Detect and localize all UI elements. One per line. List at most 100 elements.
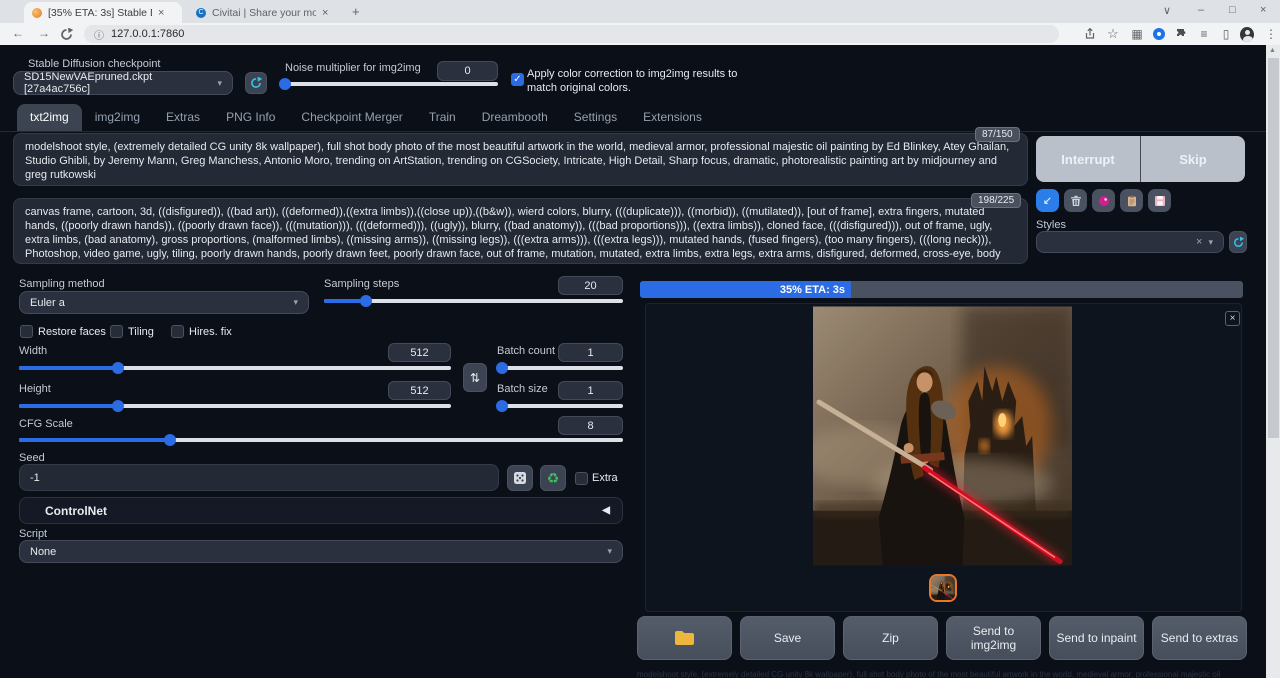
cfg-scale-value[interactable]: 8 <box>558 416 623 435</box>
side-panel-icon[interactable]: ▯ <box>1219 27 1233 41</box>
prompt-token-counter: 87/150 <box>975 127 1020 142</box>
styles-dropdown[interactable]: × ▾ <box>1036 231 1224 253</box>
cfg-scale-slider[interactable] <box>19 438 623 442</box>
paste-generation-params-button[interactable]: ↙ <box>1036 189 1059 212</box>
chevron-down-icon: ▾ <box>293 297 298 308</box>
tab-settings[interactable]: Settings <box>561 104 630 131</box>
browser-menu-kebab-icon[interactable]: ⋮ <box>1264 27 1278 41</box>
sampling-steps-label: Sampling steps <box>324 278 399 290</box>
window-chevron-icon[interactable]: ∨ <box>1163 4 1171 17</box>
open-folder-button[interactable] <box>637 616 732 660</box>
controlnet-accordion[interactable]: ControlNet ◀ <box>19 497 623 524</box>
swap-arrows-icon: ⇅ <box>470 371 480 385</box>
seed-input[interactable]: -1 <box>19 464 499 491</box>
sampling-steps-value[interactable]: 20 <box>558 276 623 295</box>
blue-circle-extension-icon[interactable] <box>1152 27 1166 41</box>
stable-diffusion-favicon <box>32 8 42 18</box>
swap-width-height-button[interactable]: ⇅ <box>463 363 487 392</box>
batch-size-slider[interactable] <box>497 404 623 408</box>
bookmark-star-icon[interactable]: ☆ <box>1106 27 1120 41</box>
generated-image[interactable] <box>813 306 1072 566</box>
extension-grid-icon[interactable]: ▦ <box>1130 27 1144 41</box>
gallery-thumbnail[interactable] <box>929 574 957 602</box>
scrollbar-thumb[interactable] <box>1268 58 1279 438</box>
new-tab-button[interactable]: + <box>352 4 360 19</box>
negative-prompt-textarea[interactable]: canvas frame, cartoon, 3d, ((disfigured)… <box>13 198 1028 264</box>
tab-train[interactable]: Train <box>416 104 469 131</box>
color-correction-label: Apply color correction to img2img result… <box>527 67 769 95</box>
height-slider[interactable] <box>19 404 451 408</box>
sampling-method-dropdown[interactable]: Euler a ▾ <box>19 291 309 314</box>
batch-count-slider[interactable] <box>497 366 623 370</box>
noise-multiplier-value[interactable]: 0 <box>437 61 498 81</box>
extra-seed-checkbox[interactable] <box>575 472 588 485</box>
checkpoint-dropdown[interactable]: SD15NewVAEpruned.ckpt [27a4ac756c] ▾ <box>13 71 233 95</box>
random-seed-button[interactable] <box>507 465 533 491</box>
tab-extras[interactable]: Extras <box>153 104 213 131</box>
save-button[interactable]: Save <box>740 616 835 660</box>
styles-label: Styles <box>1036 219 1066 231</box>
width-value[interactable]: 512 <box>388 343 451 362</box>
script-dropdown[interactable]: None ▾ <box>19 540 623 563</box>
apply-styles-button[interactable] <box>1120 189 1143 212</box>
reuse-seed-button[interactable]: ♻ <box>540 465 566 491</box>
close-gallery-icon[interactable]: × <box>1225 311 1240 326</box>
tab-dreambooth[interactable]: Dreambooth <box>469 104 561 131</box>
negative-prompt-token-counter: 198/225 <box>971 193 1021 208</box>
floppy-disk-icon <box>1154 195 1166 207</box>
clear-styles-icon[interactable]: × <box>1196 236 1202 248</box>
window-maximize-icon[interactable]: □ <box>1229 4 1236 16</box>
width-slider[interactable] <box>19 366 451 370</box>
window-minimize-icon[interactable]: – <box>1198 4 1204 16</box>
noise-multiplier-slider[interactable] <box>281 82 498 86</box>
send-to-inpaint-button[interactable]: Send to inpaint <box>1049 616 1144 660</box>
skip-button[interactable]: Skip <box>1140 136 1245 182</box>
save-style-button[interactable] <box>1148 189 1171 212</box>
url-text: 127.0.0.1:7860 <box>111 28 184 40</box>
clear-prompt-button[interactable] <box>1064 189 1087 212</box>
browser-tab-civitai[interactable]: C Civitai | Share your models × <box>188 2 338 23</box>
browser-tab-sd[interactable]: [35% ETA: 3s] Stable Diffusion × <box>24 2 182 23</box>
extensions-puzzle-icon[interactable] <box>1175 27 1189 41</box>
tab-checkpoint-merger[interactable]: Checkpoint Merger <box>288 104 415 131</box>
site-info-icon[interactable]: ⓘ <box>94 27 104 42</box>
share-icon[interactable] <box>1083 27 1097 41</box>
script-label: Script <box>19 528 47 540</box>
back-icon[interactable]: ← <box>12 26 24 40</box>
send-to-extras-button[interactable]: Send to extras <box>1152 616 1247 660</box>
tab-extensions[interactable]: Extensions <box>630 104 715 131</box>
address-bar[interactable]: ⓘ 127.0.0.1:7860 <box>84 25 1059 43</box>
page-scrollbar[interactable]: ▲ <box>1266 45 1280 678</box>
height-label: Height <box>19 383 51 395</box>
styles-refresh-button[interactable] <box>1229 231 1247 253</box>
height-value[interactable]: 512 <box>388 381 451 400</box>
tab-close-icon[interactable]: × <box>322 7 328 19</box>
hires-fix-checkbox[interactable] <box>171 325 184 338</box>
checkpoint-refresh-button[interactable] <box>245 72 267 94</box>
forward-icon[interactable]: → <box>38 26 50 40</box>
script-value: None <box>30 546 56 558</box>
sampling-steps-slider[interactable] <box>324 299 623 303</box>
scrollbar-up-arrow[interactable]: ▲ <box>1269 47 1276 54</box>
prompt-textarea[interactable]: modelshoot style, (extremely detailed CG… <box>13 133 1028 186</box>
tiling-checkbox[interactable] <box>110 325 123 338</box>
zip-button[interactable]: Zip <box>843 616 938 660</box>
tab-close-icon[interactable]: × <box>158 7 164 19</box>
profile-avatar[interactable] <box>1240 27 1254 41</box>
progress-fill: 35% ETA: 3s <box>640 281 851 298</box>
reading-list-icon[interactable]: ≡ <box>1197 27 1211 41</box>
send-to-img2img-button[interactable]: Send to img2img <box>946 616 1041 660</box>
window-close-icon[interactable]: × <box>1260 4 1266 16</box>
batch-count-label: Batch count <box>497 345 555 357</box>
tab-txt2img[interactable]: txt2img <box>17 104 82 131</box>
tab-png-info[interactable]: PNG Info <box>213 104 288 131</box>
interrupt-button[interactable]: Interrupt <box>1036 136 1140 182</box>
reload-icon[interactable] <box>60 28 73 41</box>
extra-seed-label: Extra <box>592 472 618 484</box>
tab-img2img[interactable]: img2img <box>82 104 153 131</box>
color-correction-checkbox[interactable]: ✓ <box>511 73 524 86</box>
restore-faces-checkbox[interactable] <box>20 325 33 338</box>
batch-count-value[interactable]: 1 <box>558 343 623 362</box>
extra-networks-button[interactable] <box>1092 189 1115 212</box>
batch-size-value[interactable]: 1 <box>558 381 623 400</box>
